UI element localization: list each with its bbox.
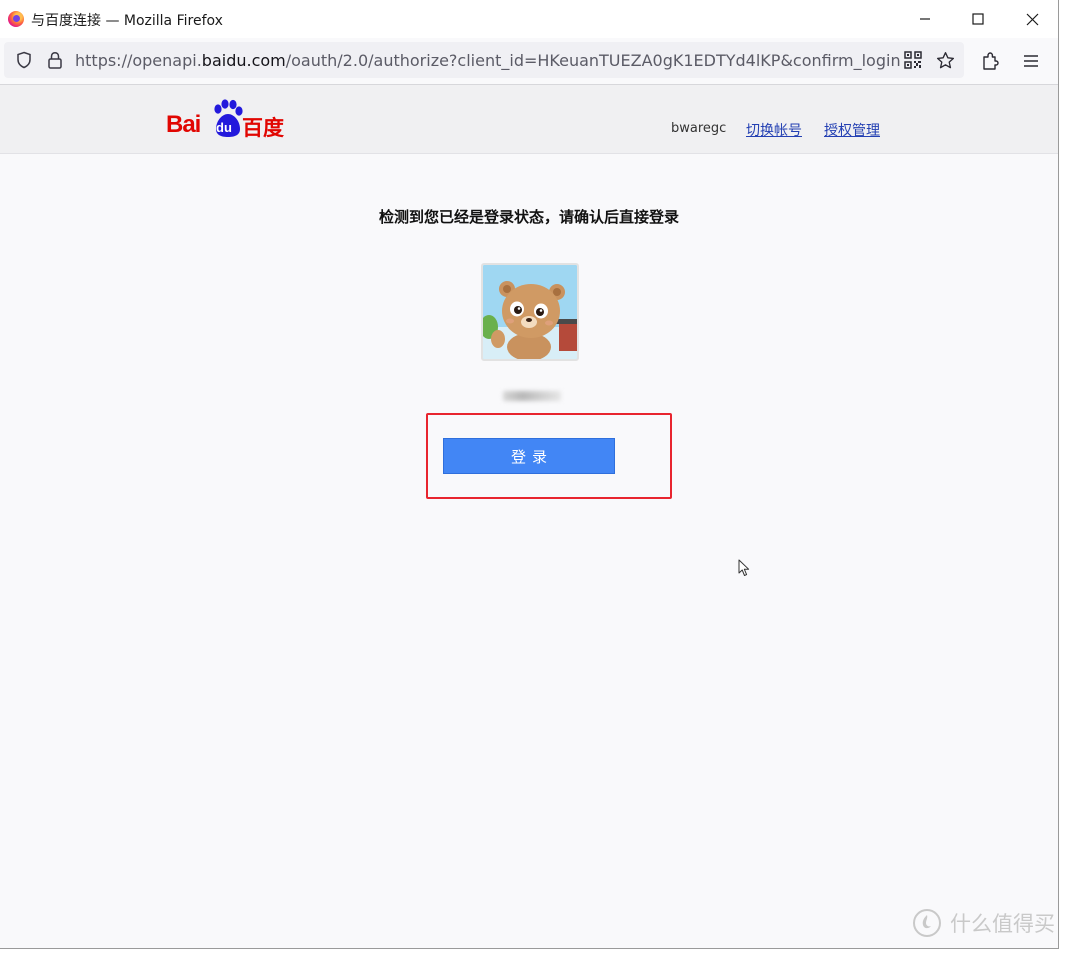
watermark-text: 什么值得买 (950, 912, 1055, 936)
firefox-logo-icon (8, 11, 24, 27)
maximize-button[interactable] (955, 0, 1001, 38)
authorization-management-link[interactable]: 授权管理 (824, 120, 880, 140)
extensions-icon[interactable] (979, 50, 1001, 72)
close-icon (1026, 13, 1038, 25)
close-window-button[interactable] (1009, 0, 1055, 38)
zhidemai-logo-icon (913, 909, 941, 937)
qr-code-icon[interactable] (903, 50, 923, 70)
lock-icon[interactable] (45, 50, 65, 70)
logo-chinese: 百度 (242, 116, 284, 140)
url-prefix: https://openapi. (75, 51, 202, 70)
baidu-logo[interactable]: Bai du 百度 (166, 99, 290, 141)
blurred-username (503, 391, 561, 401)
avatar (481, 263, 579, 361)
star-icon[interactable] (935, 50, 955, 70)
logo-du: du (216, 120, 232, 135)
menu-icon[interactable] (1020, 50, 1042, 72)
mouse-cursor-icon (738, 559, 750, 576)
maximize-icon (972, 13, 984, 25)
url-path: /oauth/2.0/authorize?client_id=HKeuanTUE… (285, 51, 900, 70)
watermark: 什么值得买 (912, 908, 1055, 938)
url-text[interactable]: https://openapi.baidu.com/oauth/2.0/auth… (75, 51, 900, 70)
logo-latin: Bai (166, 111, 201, 138)
navigation-toolbar: https://openapi.baidu.com/oauth/2.0/auth… (0, 38, 1058, 85)
minimize-icon (920, 18, 930, 20)
bear-avatar-image (483, 265, 577, 359)
url-host: baidu.com (201, 51, 286, 70)
page-content: Bai du 百度 bwaregc 切换帐号 授权管理 检测到您已经是登录状态，… (0, 85, 1058, 948)
site-header: Bai du 百度 bwaregc 切换帐号 授权管理 (0, 85, 1058, 154)
url-bar[interactable]: https://openapi.baidu.com/oauth/2.0/auth… (4, 42, 964, 78)
browser-window: 与百度连接 — Mozilla Firefox https://openapi.… (0, 0, 1059, 949)
switch-account-link[interactable]: 切换帐号 (746, 120, 802, 140)
window-title: 与百度连接 — Mozilla Firefox (31, 13, 223, 29)
minimize-button[interactable] (902, 0, 948, 38)
shield-icon[interactable] (14, 50, 34, 70)
login-status-message: 检测到您已经是登录状态，请确认后直接登录 (378, 208, 679, 226)
title-bar: 与百度连接 — Mozilla Firefox (0, 0, 1058, 38)
current-username: bwaregc (671, 121, 727, 136)
login-button[interactable]: 登录 (443, 438, 615, 474)
